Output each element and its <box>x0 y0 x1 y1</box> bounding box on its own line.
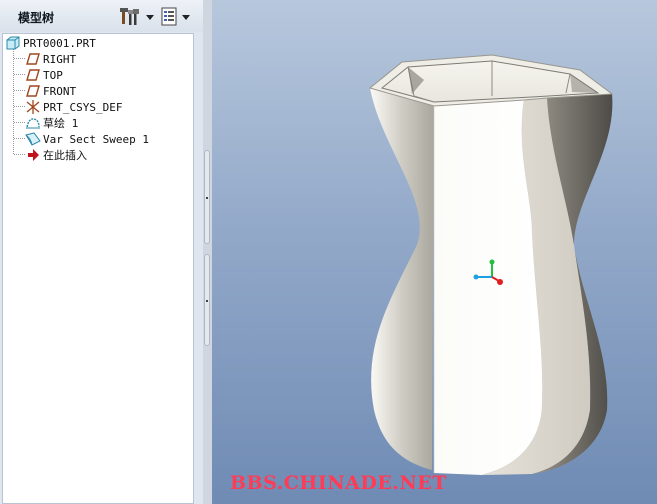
tree-item-label: TOP <box>43 68 63 82</box>
graphics-viewport[interactable]: BBS.CHINADE.NET <box>212 0 657 504</box>
tree-item-label: PRT_CSYS_DEF <box>43 100 123 114</box>
part-icon <box>6 36 20 50</box>
tree-settings-button[interactable] <box>120 7 156 27</box>
watermark-text: BBS.CHINADE.NET <box>230 472 447 494</box>
show-filter-icon <box>161 7 177 26</box>
tree-item-right[interactable]: RIGHT <box>25 51 215 67</box>
tree-item-csys[interactable]: PRT_CSYS_DEF <box>25 99 215 115</box>
tree-item-label: FRONT <box>43 84 77 98</box>
tree-item-label: RIGHT <box>43 52 77 66</box>
vase-model <box>368 54 614 476</box>
tree-item-label: PRT0001.PRT <box>23 36 96 50</box>
model-tree: PRT0001.PRT RIGHT TOP FRONT PRT_CSYS_DEF… <box>2 33 194 504</box>
chevron-down-icon <box>146 14 154 20</box>
datum-plane-icon <box>26 53 40 65</box>
coordinate-system-icon <box>26 100 40 114</box>
model-tree-header: 模型树 <box>0 0 203 32</box>
tree-item-sketch[interactable]: 草绘 1 <box>25 115 215 131</box>
tree-item-label: 在此插入 <box>43 149 87 162</box>
model-tree-panel: 模型树 PRT0001.PRT RIGHT TOP FRONT PRT_CSYS… <box>0 0 203 504</box>
tree-item-root-part[interactable]: PRT0001.PRT <box>5 35 195 51</box>
chevron-down-icon <box>182 14 190 20</box>
tree-item-label: 草绘 1 <box>43 117 79 130</box>
tree-show-button[interactable] <box>160 7 196 27</box>
splitter-grip-upper[interactable] <box>204 150 210 244</box>
tree-item-label: Var Sect Sweep 1 <box>43 132 149 146</box>
splitter-grip-lower[interactable] <box>204 254 210 346</box>
tree-item-var-sect-sweep[interactable]: Var Sect Sweep 1 <box>25 131 215 147</box>
tree-item-top[interactable]: TOP <box>25 67 215 83</box>
sketch-icon <box>26 118 40 129</box>
sweep-feature-icon <box>25 132 41 146</box>
panel-splitter[interactable] <box>203 0 212 504</box>
insert-here-arrow-icon <box>28 149 39 161</box>
tree-item-front[interactable]: FRONT <box>25 83 215 99</box>
model-tree-title: 模型树 <box>18 11 55 25</box>
settings-tools-icon <box>120 8 139 25</box>
datum-plane-icon <box>26 69 40 81</box>
tree-item-insert-here[interactable]: 在此插入 <box>25 147 215 163</box>
datum-plane-icon <box>26 85 40 97</box>
